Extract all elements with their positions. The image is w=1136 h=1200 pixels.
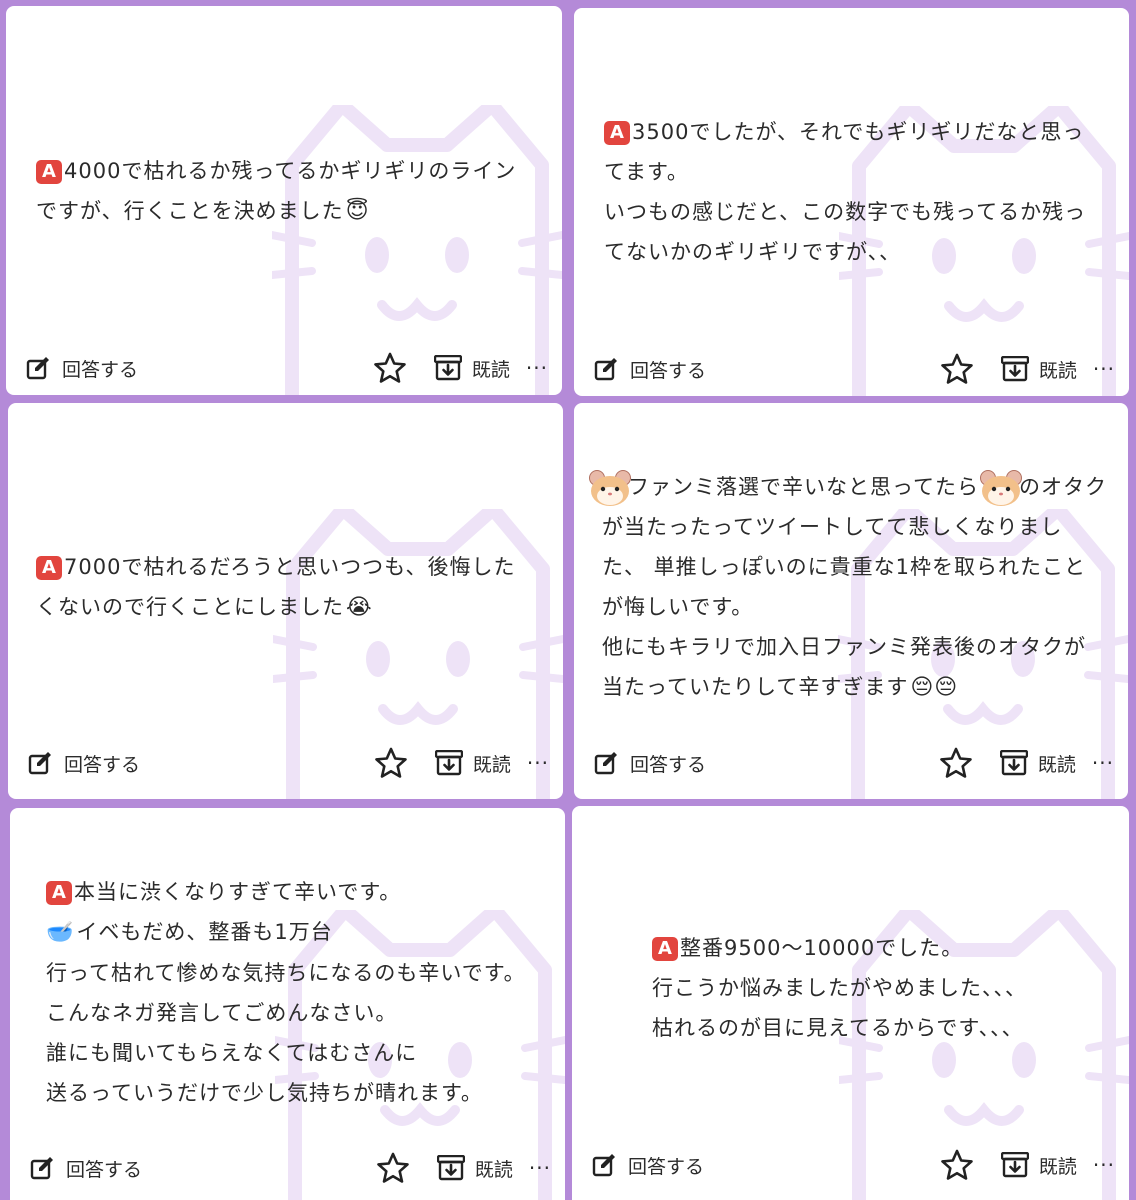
message-text: ファンミ落選で辛いなと思ってたら のオタク が当たったってツイートしてて悲しくなり… xyxy=(588,467,1107,708)
card-actions: 回答する 既読 ··· xyxy=(28,743,549,783)
pensive-face-emoji-icon: 😔😔 xyxy=(910,675,959,700)
mark-read-button[interactable]: 既読 xyxy=(1000,356,1077,383)
more-options-button[interactable]: ··· xyxy=(529,1158,551,1178)
more-options-button[interactable]: ··· xyxy=(1092,753,1114,773)
favorite-button[interactable] xyxy=(375,747,407,779)
more-options-button[interactable]: ··· xyxy=(527,753,549,773)
crying-face-emoji-icon: 😭 xyxy=(346,595,373,620)
message-card-1: A 4000で枯れるか残ってるかギリギリのライン ですが、行くことを決めました😇 … xyxy=(6,6,562,395)
hamster-emoji-icon xyxy=(589,470,631,507)
archive-icon xyxy=(1000,1152,1029,1178)
card-actions: 回答する 既読 ··· xyxy=(594,743,1114,783)
archive-icon xyxy=(1000,356,1029,382)
message-card-5: A 本当に渋くなりすぎて辛いです。 🥣イベもだめ、整番も1万台 行って枯れて惨めな… xyxy=(10,808,565,1200)
edit-icon xyxy=(594,751,618,775)
a-badge-icon: A xyxy=(652,937,678,961)
star-icon xyxy=(941,353,973,384)
message-card-4: ファンミ落選で辛いなと思ってたら のオタク が当たったってツイートしてて悲しくなり… xyxy=(574,403,1128,799)
message-text: A 7000で枯れるだろうと思いつつも、後悔した くないので行くことにしました😭 xyxy=(36,547,516,628)
mark-read-button[interactable]: 既読 xyxy=(434,750,511,777)
edit-icon xyxy=(594,357,618,381)
message-card-6: A 整番9500〜10000でした。 行こうか悩みましたがやめました、、、 枯れる… xyxy=(572,806,1129,1200)
message-text: A 整番9500〜10000でした。 行こうか悩みましたがやめました、、、 枯れる… xyxy=(652,936,1027,1040)
mark-read-button[interactable]: 既読 xyxy=(436,1155,513,1182)
reply-button[interactable]: 回答する xyxy=(592,1152,704,1179)
reply-button[interactable]: 回答する xyxy=(28,750,140,777)
star-icon xyxy=(374,352,406,383)
edit-icon xyxy=(28,751,52,775)
reply-button[interactable]: 回答する xyxy=(30,1155,142,1182)
a-badge-icon: A xyxy=(36,556,62,580)
mark-read-button[interactable]: 既読 xyxy=(433,355,510,382)
more-options-button[interactable]: ··· xyxy=(1093,359,1115,379)
archive-icon xyxy=(999,750,1028,776)
favorite-button[interactable] xyxy=(374,352,406,384)
card-actions: 回答する 既読 ··· xyxy=(26,348,548,388)
bowl-emoji-icon: 🥣 xyxy=(46,920,75,945)
reply-button[interactable]: 回答する xyxy=(594,356,706,383)
mark-read-button[interactable]: 既読 xyxy=(999,750,1076,777)
halo-face-emoji-icon: 😇 xyxy=(345,199,370,224)
favorite-button[interactable] xyxy=(941,353,973,385)
archive-icon xyxy=(434,750,463,776)
card-actions: 回答する 既読 ··· xyxy=(594,349,1115,389)
star-icon xyxy=(375,747,407,778)
message-card-3: A 7000で枯れるだろうと思いつつも、後悔した くないので行くことにしました😭 … xyxy=(8,403,563,799)
edit-icon xyxy=(592,1153,616,1177)
reply-button[interactable]: 回答する xyxy=(26,355,138,382)
archive-icon xyxy=(436,1155,465,1181)
message-text: A 4000で枯れるか残ってるかギリギリのライン ですが、行くことを決めました😇 xyxy=(36,151,516,232)
mark-read-button[interactable]: 既読 xyxy=(1000,1152,1077,1179)
hamster-emoji-icon xyxy=(979,470,1022,507)
more-options-button[interactable]: ··· xyxy=(1093,1155,1115,1175)
favorite-button[interactable] xyxy=(377,1152,409,1184)
more-options-button[interactable]: ··· xyxy=(526,358,548,378)
edit-icon xyxy=(30,1156,54,1180)
message-text: A 本当に渋くなりすぎて辛いです。 🥣イベもだめ、整番も1万台 行って枯れて惨めな… xyxy=(46,880,526,1105)
star-icon xyxy=(941,1149,973,1180)
star-icon xyxy=(940,747,972,778)
card-actions: 回答する 既読 ··· xyxy=(592,1145,1115,1185)
favorite-button[interactable] xyxy=(940,747,972,779)
star-icon xyxy=(377,1152,409,1183)
edit-icon xyxy=(26,356,50,380)
reply-button[interactable]: 回答する xyxy=(594,750,706,777)
a-badge-icon: A xyxy=(604,121,630,145)
favorite-button[interactable] xyxy=(941,1149,973,1181)
card-actions: 回答する 既読 ··· xyxy=(30,1148,551,1188)
a-badge-icon: A xyxy=(36,160,62,184)
message-text: A 3500でしたが、それでもギリギリだなと思っ てます。 いつもの感じだと、この… xyxy=(604,120,1087,264)
a-badge-icon: A xyxy=(46,881,72,905)
archive-icon xyxy=(433,355,462,381)
message-card-2: A 3500でしたが、それでもギリギリだなと思っ てます。 いつもの感じだと、この… xyxy=(574,8,1129,396)
